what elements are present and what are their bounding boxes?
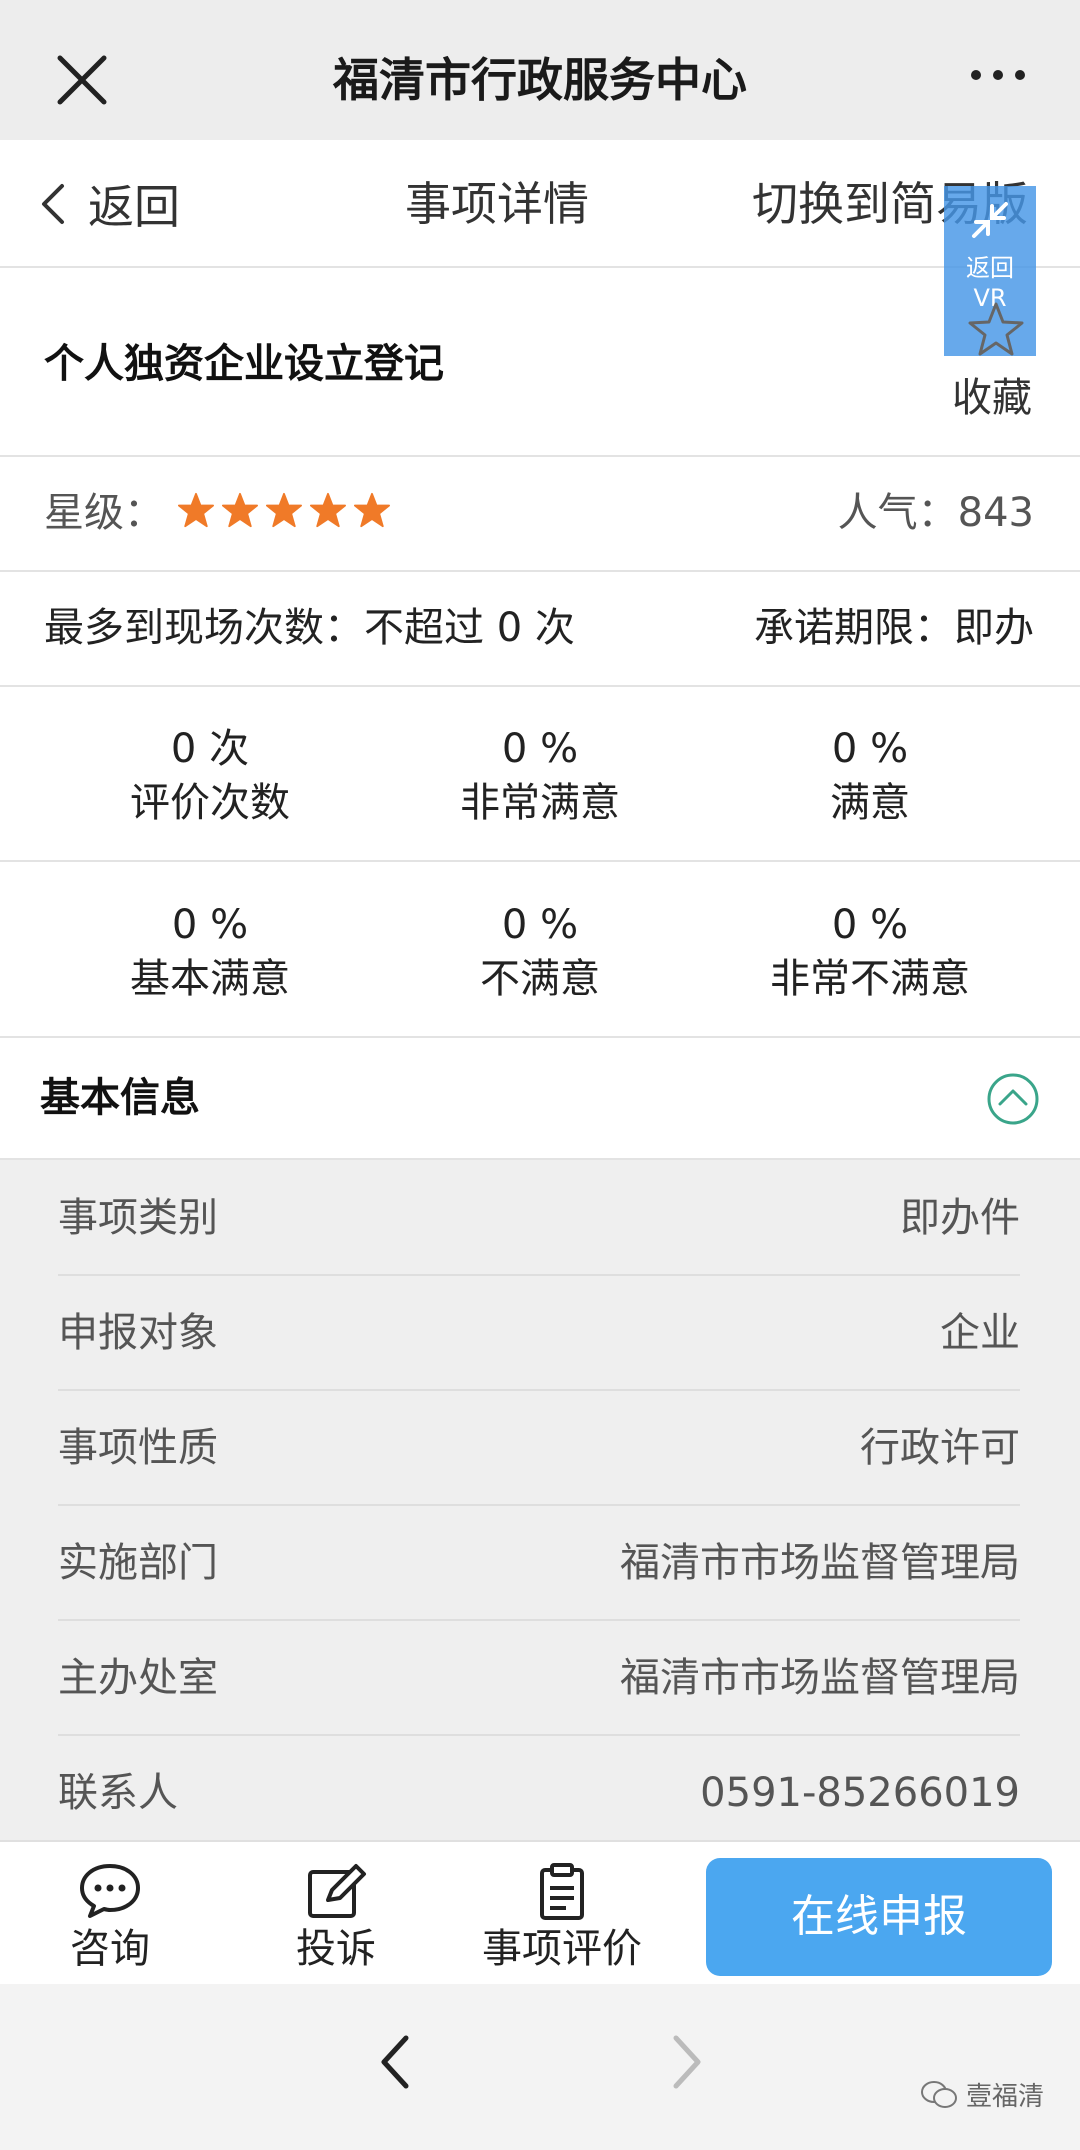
stat-label: 基本满意: [130, 956, 290, 1002]
chevron-left-icon: [42, 184, 64, 224]
star-rating: [178, 492, 390, 528]
star-icon: [178, 492, 214, 528]
info-value: 行政许可: [860, 1425, 1020, 1471]
info-value: 企业: [940, 1310, 1020, 1356]
stat-very-satisfied: 0 % 非常满意: [360, 722, 720, 830]
nav-title: 事项详情: [405, 177, 589, 231]
clipboard-icon: [540, 1863, 584, 1920]
star-icon: [354, 492, 390, 528]
stat-basically-satisfied: 0 % 基本满意: [30, 898, 390, 1006]
info-key: 申报对象: [58, 1310, 218, 1356]
stat-value: 0 %: [171, 902, 249, 948]
page-nav: 返回 事项详情 切换到简易版: [0, 140, 1080, 268]
info-key: 事项性质: [58, 1425, 218, 1471]
stat-label: 评价次数: [130, 780, 290, 826]
stat-label: 不满意: [480, 956, 600, 1002]
stat-evaluation-count: 0 次 评价次数: [30, 722, 390, 830]
complain-label: 投诉: [296, 1926, 376, 1972]
wechat-logo-icon: [921, 2080, 957, 2108]
promise-period: 承诺期限：即办: [754, 605, 1034, 651]
stat-value: 0 %: [831, 902, 909, 948]
back-label: 返回: [88, 180, 180, 234]
stat-value: 0 %: [501, 902, 579, 948]
info-key: 联系人: [58, 1770, 178, 1816]
browser-nav-bar: 壹福清: [0, 1984, 1080, 2150]
info-key: 主办处室: [58, 1655, 218, 1701]
chat-bubble-icon: [80, 1864, 140, 1918]
info-row: 事项性质 行政许可: [58, 1390, 1020, 1506]
stat-label: 满意: [830, 780, 910, 826]
edit-icon: [308, 1864, 366, 1918]
divider: [0, 685, 1080, 687]
more-icon[interactable]: [968, 55, 1028, 95]
complain-button[interactable]: 投诉: [236, 1862, 436, 1974]
max-visits: 最多到现场次数：不超过 0 次: [44, 605, 575, 651]
browser-back-icon[interactable]: [376, 2032, 416, 2092]
info-value: 0591-85266019: [700, 1770, 1020, 1816]
basic-info-list: 事项类别 即办件 申报对象 企业 事项性质 行政许可 实施部门 福清市市场监督管…: [0, 1160, 1080, 1840]
divider: [0, 1036, 1080, 1038]
stat-dissatisfied: 0 % 不满意: [360, 898, 720, 1006]
popularity: 人气：843: [837, 490, 1034, 536]
divider: [0, 570, 1080, 572]
divider: [0, 860, 1080, 862]
evaluate-button[interactable]: 事项评价: [462, 1862, 662, 1974]
info-key: 事项类别: [58, 1195, 218, 1241]
star-icon: [310, 492, 346, 528]
favorite-label[interactable]: 收藏: [952, 370, 1032, 426]
item-title: 个人独资企业设立登记: [44, 341, 444, 387]
rating-label: 星级：: [44, 490, 164, 536]
online-apply-button[interactable]: 在线申报: [706, 1858, 1052, 1976]
info-key: 实施部门: [58, 1540, 218, 1586]
wechat-title-bar: 福清市行政服务中心: [0, 0, 1080, 140]
star-icon: [266, 492, 302, 528]
watermark-text: 壹福清: [966, 2082, 1045, 2112]
divider: [0, 455, 1080, 457]
info-row: 事项类别 即办件: [58, 1160, 1020, 1276]
collapse-arrows-icon: [972, 202, 1008, 238]
star-icon: [222, 492, 258, 528]
stat-value: 0 次: [170, 726, 250, 772]
info-value: 即办件: [900, 1195, 1020, 1241]
vr-label-line1: 返回: [966, 254, 1014, 282]
watermark: 壹福清: [920, 2076, 1044, 2113]
info-row: 联系人 0591-85266019: [58, 1735, 1020, 1849]
info-value: 福清市市场监督管理局: [620, 1655, 1020, 1701]
info-value: 福清市市场监督管理局: [620, 1540, 1020, 1586]
evaluate-label: 事项评价: [482, 1926, 642, 1972]
consult-label: 咨询: [70, 1926, 150, 1972]
info-row: 申报对象 企业: [58, 1275, 1020, 1391]
consult-button[interactable]: 咨询: [10, 1862, 210, 1974]
stat-satisfied: 0 % 满意: [690, 722, 1050, 830]
info-row: 主办处室 福清市市场监督管理局: [58, 1620, 1020, 1736]
collapse-toggle-icon[interactable]: [986, 1072, 1040, 1126]
favorite-star-icon[interactable]: [966, 300, 1026, 360]
wechat-page-title: 福清市行政服务中心: [333, 53, 747, 107]
stat-label: 非常满意: [460, 780, 620, 826]
bottom-action-bar: 咨询 投诉 事项评价 在线申报: [0, 1840, 1080, 1986]
stat-value: 0 %: [831, 726, 909, 772]
browser-forward-icon[interactable]: [666, 2032, 706, 2092]
info-row: 实施部门 福清市市场监督管理局: [58, 1505, 1020, 1621]
back-button[interactable]: 返回: [40, 172, 180, 236]
stat-label: 非常不满意: [770, 956, 970, 1002]
stat-very-dissatisfied: 0 % 非常不满意: [690, 898, 1050, 1006]
stat-value: 0 %: [501, 726, 579, 772]
basic-info-heading: 基本信息: [40, 1075, 200, 1121]
